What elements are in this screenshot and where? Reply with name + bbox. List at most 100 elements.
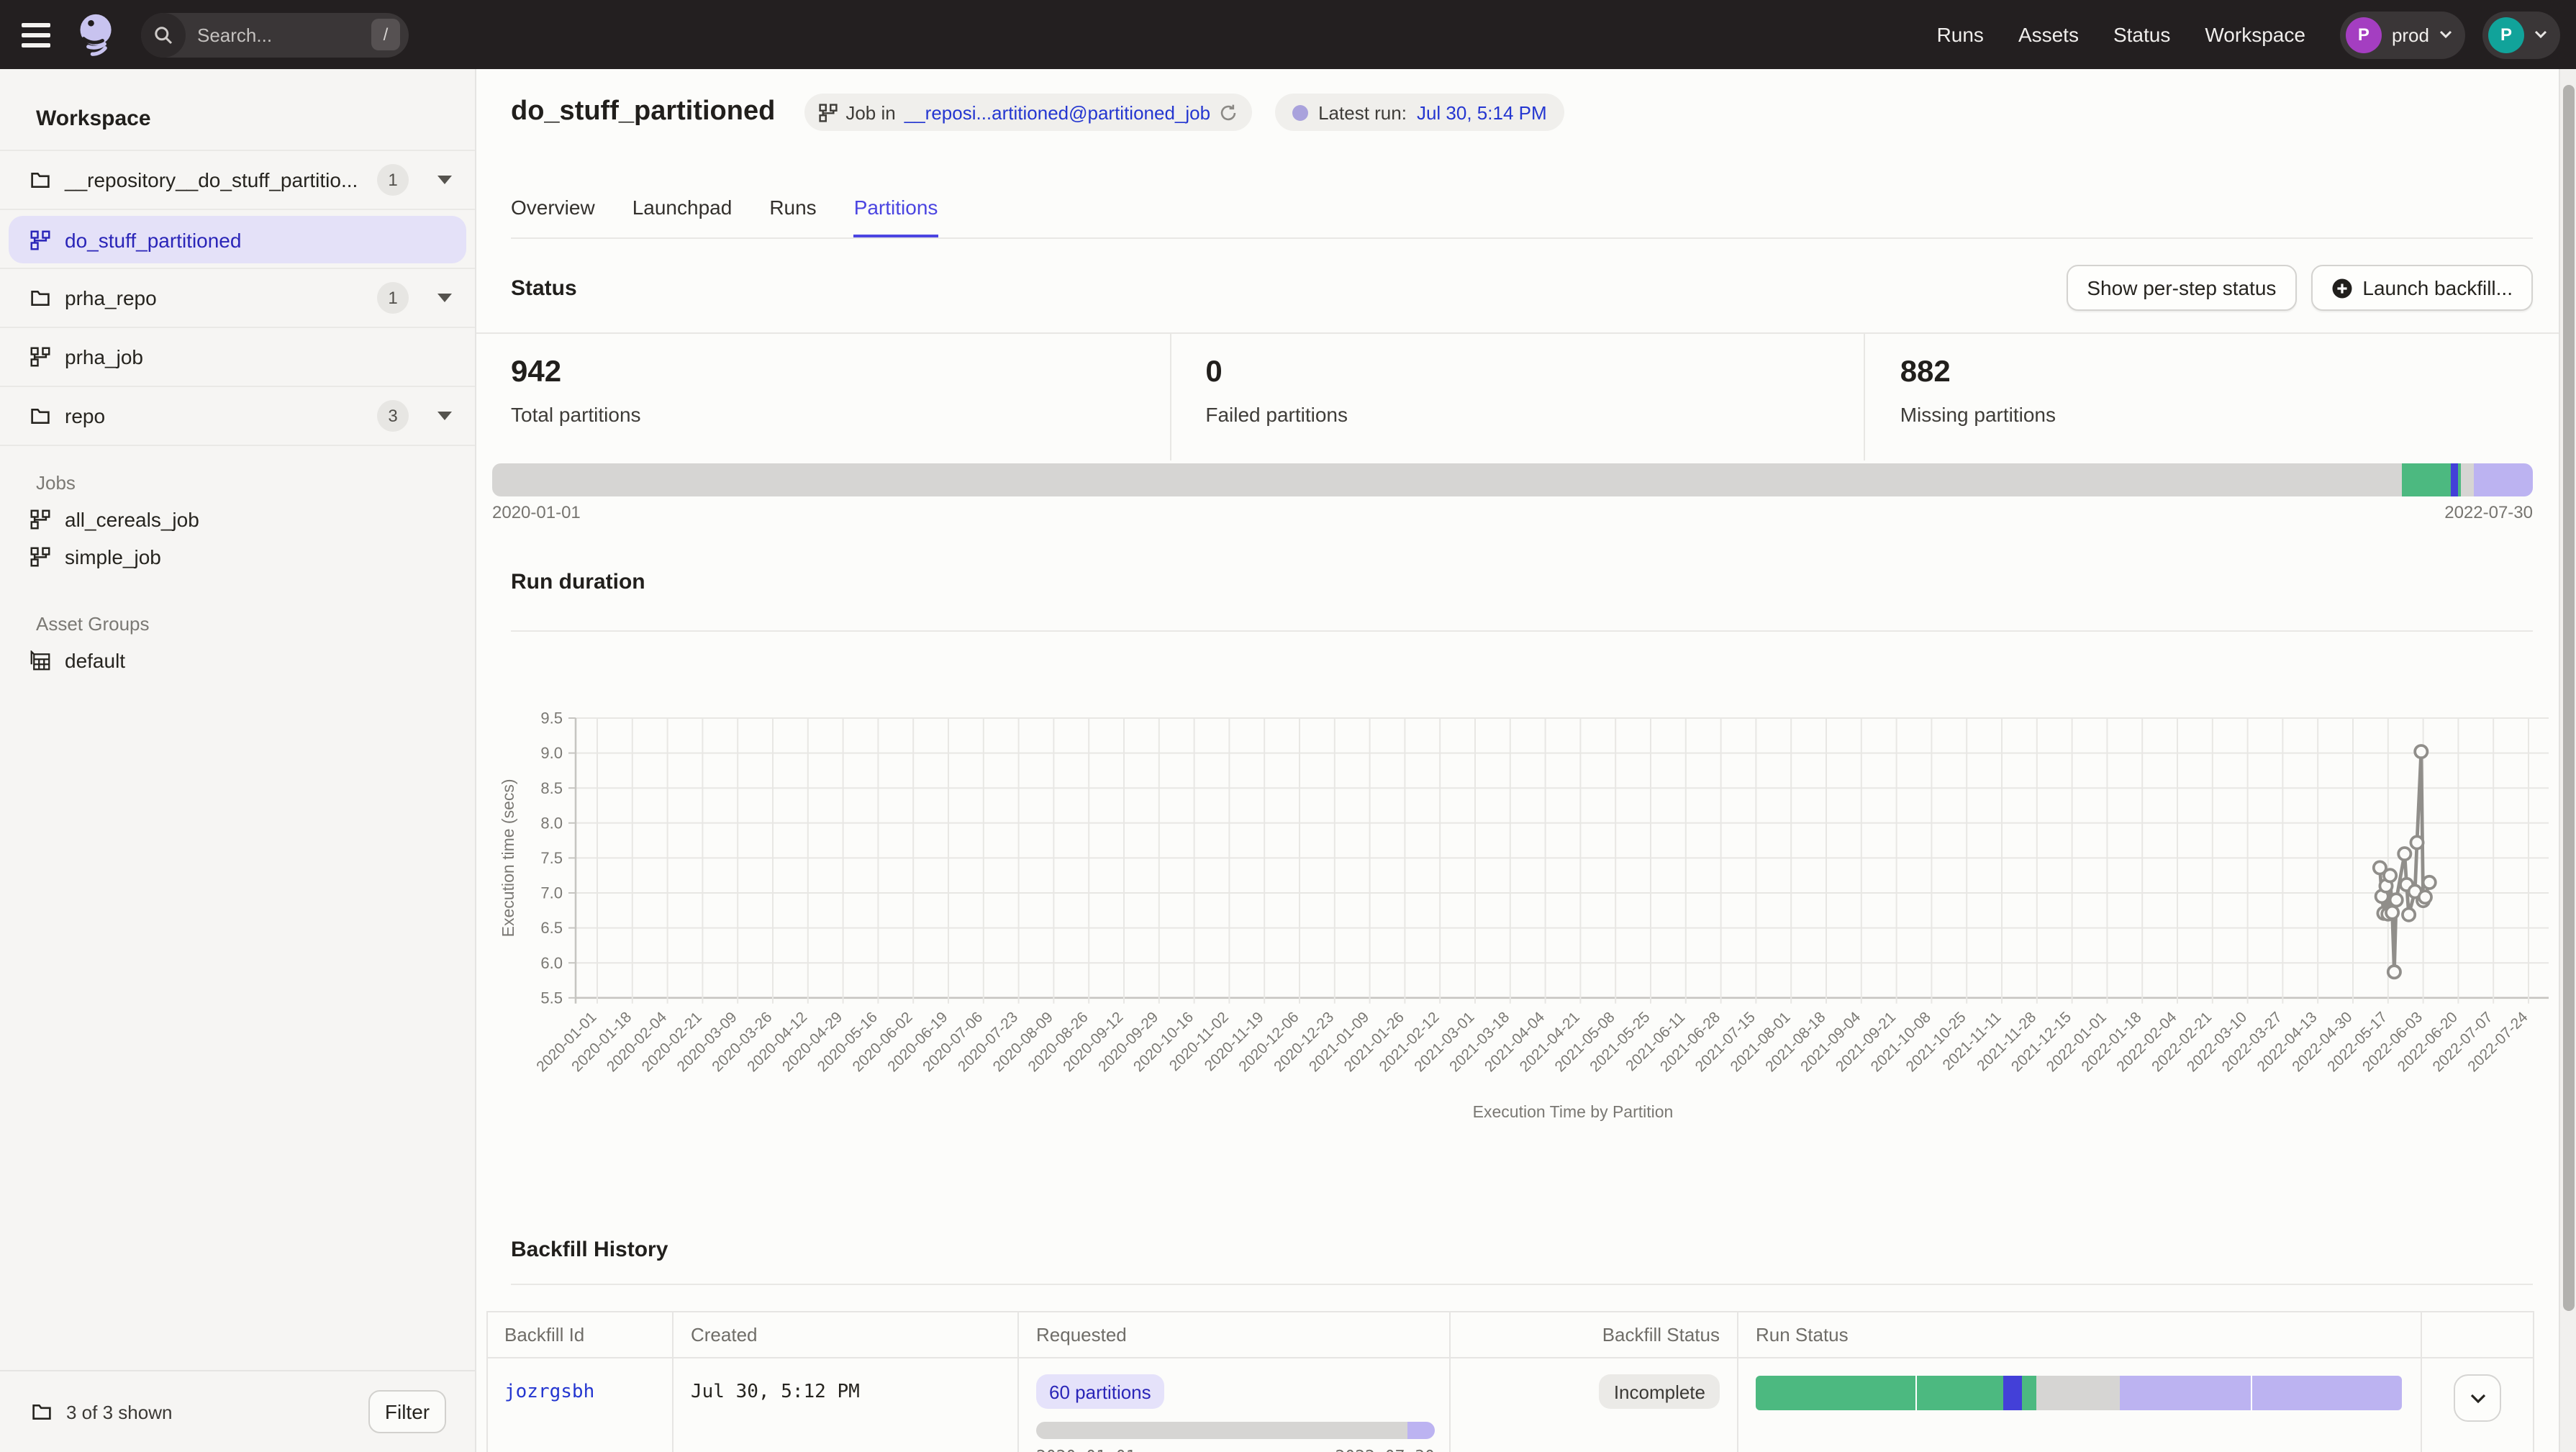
page-title: do_stuff_partitioned — [511, 96, 775, 128]
partition-status-bar[interactable] — [492, 463, 2533, 496]
bar-segment — [2252, 1376, 2401, 1410]
job-label: simple_job — [65, 545, 161, 568]
asset-group-label: default — [65, 649, 125, 672]
latest-run-label: Latest run: — [1318, 101, 1407, 123]
nav-runs[interactable]: Runs — [1937, 23, 1984, 46]
nav-assets[interactable]: Assets — [2018, 23, 2079, 46]
shown-count: 3 of 3 shown — [66, 1401, 172, 1422]
bar-segment — [1036, 1422, 1407, 1439]
partition-stats: 942 Total partitions 0 Failed partitions… — [476, 332, 2559, 460]
stat-total-partitions: 942 Total partitions — [476, 334, 1171, 460]
search-shortcut-key: / — [371, 19, 400, 50]
status-section-header: Status Show per-step status Launch backf… — [511, 259, 2533, 317]
bar-segment — [2401, 463, 2451, 496]
sidebar-item-prha-repo[interactable]: prha_repo 1 — [0, 269, 475, 328]
bar-segment — [1756, 1376, 1916, 1410]
bar-segment — [492, 463, 2401, 496]
folder-icon — [30, 288, 50, 308]
backfill-history-heading: Backfill History — [511, 1238, 668, 1262]
vertical-scrollbar-track — [2559, 69, 2576, 1452]
sidebar-item-simple-job[interactable]: simple_job — [0, 538, 475, 576]
sidebar-item-repository-do-stuff[interactable]: __repository__do_stuff_partitio... 1 — [0, 151, 475, 210]
user-avatar: P — [2488, 17, 2524, 53]
col-created: Created — [674, 1312, 1019, 1357]
sidebar-item-repo[interactable]: repo 3 — [0, 387, 475, 446]
bar-segment — [1407, 1422, 1435, 1439]
stat-failed-partitions: 0 Failed partitions — [1171, 334, 1865, 460]
jobs-section: Jobs all_cereals_job simple_job — [0, 463, 475, 576]
jobs-section-heading: Jobs — [0, 463, 475, 501]
tab-launchpad[interactable]: Launchpad — [632, 193, 733, 237]
bar-segment — [2120, 1376, 2251, 1410]
repo-label: __repository__do_stuff_partitio... — [65, 168, 358, 191]
col-backfill-id: Backfill Id — [487, 1312, 674, 1357]
page-header: do_stuff_partitioned Job in __reposi...a… — [511, 92, 2533, 132]
sidebar-item-prha-job[interactable]: prha_job — [0, 328, 475, 387]
col-requested: Requested — [1019, 1312, 1451, 1357]
sidebar-item-do-stuff-partitioned[interactable]: do_stuff_partitioned — [0, 210, 475, 269]
expand-row-button[interactable] — [2454, 1374, 2501, 1422]
nav-status[interactable]: Status — [2113, 23, 2170, 46]
search-input[interactable]: Search... / — [141, 12, 409, 57]
launch-backfill-button[interactable]: Launch backfill... — [2310, 265, 2533, 311]
bar-segment — [2462, 463, 2474, 496]
requested-range-bar — [1036, 1422, 1435, 1439]
svg-text:8.0: 8.0 — [540, 814, 563, 832]
sidebar-item-all-cereals-job[interactable]: all_cereals_job — [0, 501, 475, 538]
caret-down-icon[interactable] — [423, 412, 466, 420]
backfill-id-link[interactable]: jozrgsbh — [504, 1381, 594, 1403]
user-menu[interactable]: P — [2482, 11, 2560, 58]
caret-down-icon[interactable] — [423, 176, 466, 184]
backfill-created: Jul 30, 5:12 PM — [691, 1381, 860, 1403]
partition-bar-end-date: 2022-07-30 — [2444, 502, 2533, 522]
nav-workspace[interactable]: Workspace — [2205, 23, 2305, 46]
requested-cell: 60 partitions 2020-01-01 2022-07-30 — [1019, 1358, 1451, 1452]
sidebar-title: Workspace — [0, 69, 475, 151]
filter-button[interactable]: Filter — [368, 1390, 446, 1433]
sidebar-item-default-asset-group[interactable]: default — [0, 642, 475, 679]
run-duration-chart[interactable]: 5.56.06.57.07.58.08.59.09.52020-01-01202… — [476, 645, 2559, 1141]
latest-run-link[interactable]: Jul 30, 5:14 PM — [1417, 101, 1547, 123]
job-icon — [30, 347, 50, 367]
show-per-step-status-button[interactable]: Show per-step status — [2067, 265, 2296, 311]
run-status-dot — [1292, 104, 1308, 120]
partition-bar-labels: 2020-01-01 2022-07-30 — [492, 502, 2533, 522]
main-content: do_stuff_partitioned Job in __reposi...a… — [476, 69, 2559, 1452]
refresh-icon[interactable] — [1219, 103, 1238, 122]
tab-partitions[interactable]: Partitions — [854, 193, 938, 237]
tab-runs[interactable]: Runs — [769, 193, 816, 237]
vertical-scrollbar-thumb[interactable] — [2563, 85, 2575, 1311]
requested-partitions-badge[interactable]: 60 partitions — [1036, 1374, 1164, 1409]
table-header-row: Backfill Id Created Requested Backfill S… — [487, 1312, 2532, 1358]
col-run-status: Run Status — [1738, 1312, 2421, 1357]
job-icon — [30, 509, 50, 530]
hamburger-menu-icon[interactable] — [22, 20, 59, 49]
workspace-sidebar: Workspace __repository__do_stuff_partiti… — [0, 69, 476, 1452]
job-icon — [30, 547, 50, 567]
col-backfill-status: Backfill Status — [1451, 1312, 1738, 1357]
table-row: jozrgsbh Jul 30, 5:12 PM 60 partitions 2… — [487, 1358, 2532, 1452]
status-heading: Status — [511, 276, 577, 300]
repo-label: prha_repo — [65, 286, 157, 309]
run-status-bar[interactable] — [1756, 1376, 2402, 1410]
bar-segment — [1918, 1376, 2003, 1410]
job-label: do_stuff_partitioned — [65, 228, 241, 251]
backfill-history-section-header: Backfill History — [511, 1235, 2533, 1285]
backfill-history-table: Backfill Id Created Requested Backfill S… — [486, 1311, 2534, 1452]
run-duration-section-header: Run duration — [511, 567, 2533, 632]
dagster-logo-icon[interactable] — [75, 12, 118, 58]
job-tag-link[interactable]: __reposi...artitioned@partitioned_job — [904, 101, 1210, 123]
job-label: all_cereals_job — [65, 508, 199, 531]
deployment-switcher[interactable]: P prod — [2340, 11, 2465, 58]
bar-segment — [2474, 463, 2533, 496]
chevron-down-icon — [2469, 1392, 2486, 1404]
search-icon — [141, 12, 186, 57]
svg-text:7.5: 7.5 — [540, 849, 563, 867]
topbar-right-group: P prod P — [2340, 11, 2560, 58]
tab-overview[interactable]: Overview — [511, 193, 595, 237]
stat-missing-partitions: 882 Missing partitions — [1866, 334, 2559, 460]
svg-text:5.5: 5.5 — [540, 989, 563, 1007]
svg-text:Execution Time by Partition: Execution Time by Partition — [1473, 1102, 1674, 1121]
caret-down-icon[interactable] — [423, 294, 466, 302]
run-duration-heading: Run duration — [511, 570, 645, 594]
